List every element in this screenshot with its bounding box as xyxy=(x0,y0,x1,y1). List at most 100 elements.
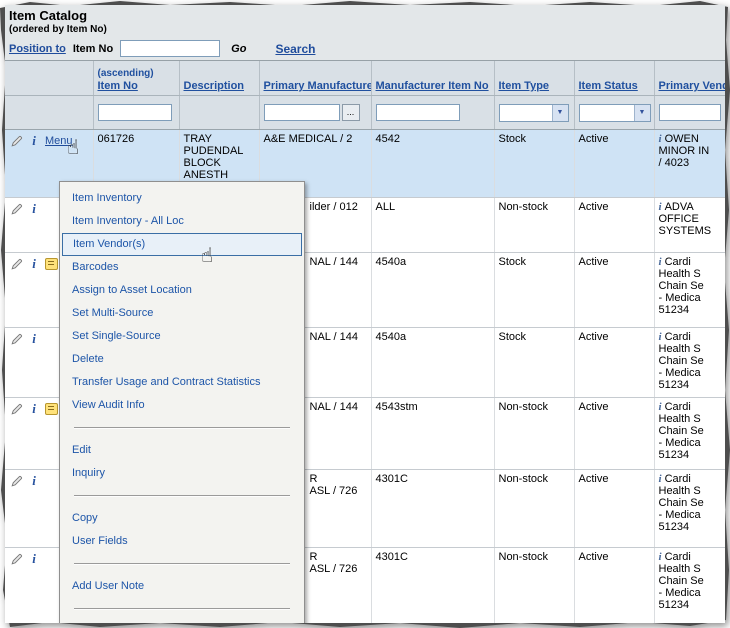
edit-pencil-icon[interactable] xyxy=(11,403,23,415)
manufacturer-item-no-cell: ALL xyxy=(371,198,494,253)
info-icon[interactable]: i xyxy=(30,401,38,417)
info-icon[interactable]: i xyxy=(30,473,38,489)
sort-link-description[interactable]: Description xyxy=(184,80,245,92)
edit-pencil-icon[interactable] xyxy=(11,258,23,270)
header-item-no: (ascending) Item No xyxy=(93,61,179,96)
item-type-filter-select[interactable]: ▼ xyxy=(499,104,569,122)
item-status-filter-select[interactable]: ▼ xyxy=(579,104,651,122)
menu-item-view-audit-info[interactable]: View Audit Info xyxy=(60,394,304,417)
info-icon[interactable]: i xyxy=(30,201,38,217)
info-icon[interactable]: i xyxy=(30,551,38,567)
item-status-cell: Active xyxy=(574,398,654,470)
menu-separator xyxy=(74,427,290,429)
manufacturer-lookup-button[interactable]: ... xyxy=(342,104,360,121)
vendor-cell: iCardi Health S Chain Se - Medica 51234 xyxy=(654,548,725,624)
menu-separator xyxy=(74,563,290,565)
menu-item-barcodes[interactable]: Barcodes xyxy=(60,256,304,279)
vendor-cell: iOWEN MINOR IN / 4023 xyxy=(654,130,725,198)
edit-pencil-icon[interactable] xyxy=(11,135,23,147)
table-header-row: (ascending) Item No Description Primary … xyxy=(5,61,725,96)
menu-item-item-vendors[interactable]: Item Vendor(s) xyxy=(62,233,302,256)
menu-item-user-fields[interactable]: User Fields xyxy=(60,530,304,553)
menu-item-item-inventory-all-loc[interactable]: Item Inventory - All Loc xyxy=(60,210,304,233)
vendor-cell: iCardi Health S Chain Se - Medica 51234 xyxy=(654,253,725,328)
item-type-cell: Non-stock xyxy=(494,198,574,253)
info-icon[interactable]: i xyxy=(659,331,662,343)
search-link[interactable]: Search xyxy=(275,42,315,56)
screenshot-frame: Item Catalog (ordered by Item No) Positi… xyxy=(0,0,730,628)
item-type-cell: Stock xyxy=(494,328,574,398)
edit-pencil-icon[interactable] xyxy=(11,333,23,345)
manufacturer-item-no-cell: 4301C xyxy=(371,470,494,548)
item-type-cell: Non-stock xyxy=(494,548,574,624)
manufacturer-item-no-cell: 4543stm xyxy=(371,398,494,470)
edit-pencil-icon[interactable] xyxy=(11,553,23,565)
sort-link-manufacturer-item-no[interactable]: Manufacturer Item No xyxy=(376,80,489,92)
info-icon[interactable]: i xyxy=(659,551,662,563)
vendor-cell: iCardi Health S Chain Se - Medica 51234 xyxy=(654,470,725,548)
info-icon[interactable]: i xyxy=(659,473,662,485)
user-note-icon[interactable] xyxy=(45,258,58,270)
dropdown-arrow-icon: ▼ xyxy=(634,105,650,121)
header-actions-column xyxy=(5,61,93,96)
row-context-menu: Item Inventory Item Inventory - All Loc … xyxy=(59,181,305,623)
vendor-cell: iCardi Health S Chain Se - Medica 51234 xyxy=(654,328,725,398)
menu-separator xyxy=(74,495,290,497)
info-icon[interactable]: i xyxy=(659,201,662,213)
menu-item-item-inventory[interactable]: Item Inventory xyxy=(60,187,304,210)
item-status-cell: Active xyxy=(574,328,654,398)
menu-item-inquiry[interactable]: Inquiry xyxy=(60,462,304,485)
position-to-input[interactable] xyxy=(120,40,220,57)
manufacturer-item-no-cell: 4540a xyxy=(371,328,494,398)
item-type-cell: Non-stock xyxy=(494,398,574,470)
go-button[interactable]: Go xyxy=(231,43,246,55)
info-icon[interactable]: i xyxy=(659,133,662,145)
vendor-cell: iCardi Health S Chain Se - Medica 51234 xyxy=(654,398,725,470)
menu-item-set-multi-source[interactable]: Set Multi-Source xyxy=(60,302,304,325)
edit-pencil-icon[interactable] xyxy=(11,203,23,215)
info-icon[interactable]: i xyxy=(30,256,38,272)
user-note-icon[interactable] xyxy=(45,403,58,415)
info-icon[interactable]: i xyxy=(659,401,662,413)
item-status-cell: Active xyxy=(574,470,654,548)
sort-link-primary-vendor[interactable]: Primary Vendor xyxy=(659,80,726,92)
item-status-cell: Active xyxy=(574,253,654,328)
item-status-cell: Active xyxy=(574,548,654,624)
hand-cursor-icon: ☝ xyxy=(67,135,79,160)
menu-item-set-single-source[interactable]: Set Single-Source xyxy=(60,325,304,348)
item-no-filter-input[interactable] xyxy=(98,104,172,121)
menu-item-copy[interactable]: Copy xyxy=(60,507,304,530)
item-status-cell: Active xyxy=(574,198,654,253)
info-icon[interactable]: i xyxy=(30,133,38,149)
menu-item-delete[interactable]: Delete xyxy=(60,348,304,371)
sort-link-primary-manufacturer[interactable]: Primary Manufacturer xyxy=(264,80,372,92)
manufacturer-item-no-cell: 4540a xyxy=(371,253,494,328)
manufacturer-item-no-cell: 4542 xyxy=(371,130,494,198)
vendor-cell: iADVA OFFICE SYSTEMS xyxy=(654,198,725,253)
filter-row: ... ▼ ▼ xyxy=(5,96,725,130)
menu-item-add-user-note[interactable]: Add User Note xyxy=(60,575,304,598)
menu-item-user-notes[interactable]: User Notes xyxy=(60,620,304,623)
vendor-filter-input[interactable] xyxy=(659,104,721,121)
item-catalog-window: Item Catalog (ordered by Item No) Positi… xyxy=(5,5,725,623)
menu-item-assign-to-asset-location[interactable]: Assign to Asset Location xyxy=(60,279,304,302)
menu-item-edit[interactable]: Edit xyxy=(60,439,304,462)
manufacturer-filter-input[interactable] xyxy=(264,104,340,121)
dropdown-arrow-icon: ▼ xyxy=(552,105,568,121)
page-subtitle: (ordered by Item No) xyxy=(9,24,725,35)
item-type-cell: Stock xyxy=(494,253,574,328)
menu-item-transfer-usage-and-contract-statistics[interactable]: Transfer Usage and Contract Statistics xyxy=(60,371,304,394)
sort-direction-label: (ascending) xyxy=(98,68,175,79)
sort-link-item-type[interactable]: Item Type xyxy=(499,80,550,92)
info-icon[interactable]: i xyxy=(30,331,38,347)
edit-pencil-icon[interactable] xyxy=(11,475,23,487)
position-to-bar: Position to Item No Go Search xyxy=(9,40,725,57)
position-to-link[interactable]: Position to xyxy=(9,43,66,55)
sort-link-item-no[interactable]: Item No xyxy=(98,80,138,92)
manufacturer-item-no-filter-input[interactable] xyxy=(376,104,460,121)
manufacturer-item-no-cell: 4301C xyxy=(371,548,494,624)
hand-cursor-icon: ☝ xyxy=(201,243,213,268)
item-type-cell: Stock xyxy=(494,130,574,198)
sort-link-item-status[interactable]: Item Status xyxy=(579,80,638,92)
info-icon[interactable]: i xyxy=(659,256,662,268)
